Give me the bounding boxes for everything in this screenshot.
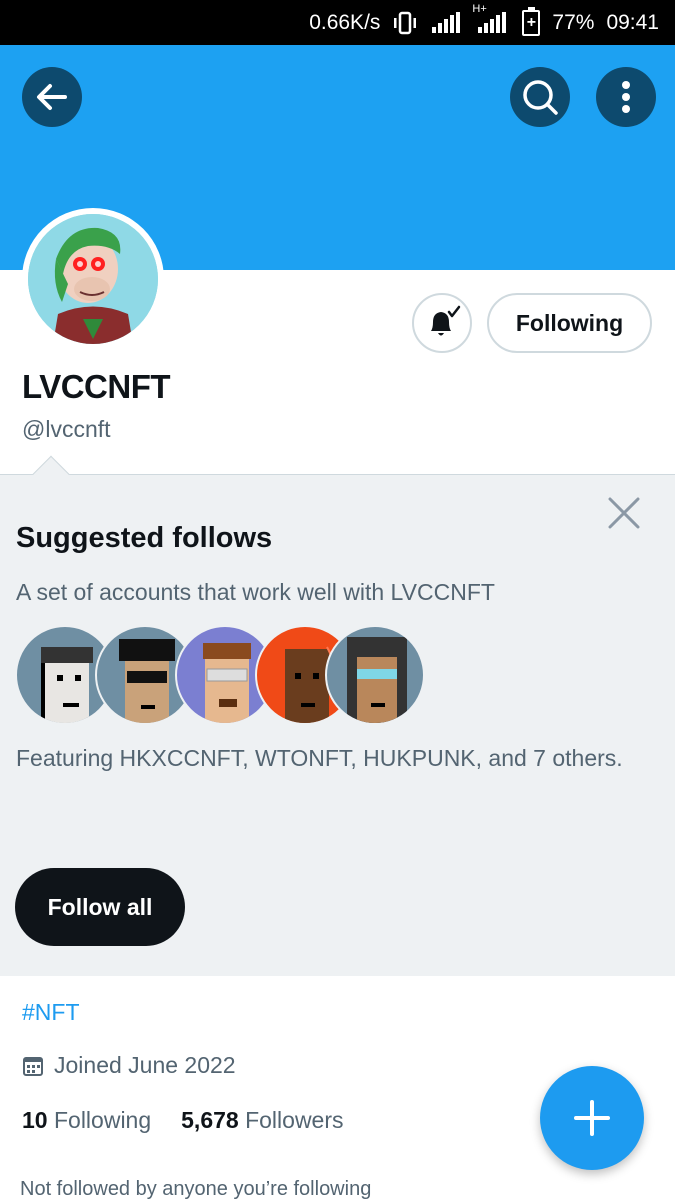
more-vertical-icon [622,81,630,113]
more-button[interactable] [596,67,656,127]
compose-button[interactable] [540,1066,644,1170]
battery-icon: + [522,6,541,36]
following-count-link[interactable]: 10 Following [22,1107,151,1134]
search-icon [523,80,558,115]
close-icon [608,497,640,529]
following-button[interactable]: Following [487,293,652,353]
suggested-avatar[interactable] [325,625,425,725]
vibrate-icon [392,11,418,35]
follow-counts: 10 Following 5,678 Followers [22,1107,344,1134]
calendar-icon [23,1056,43,1076]
arrow-left-icon [37,84,67,110]
display-name: LVCCNFT [22,368,171,405]
status-bar: 0.66K/s H+ + 77% 09:41 [0,0,675,45]
signal-icon [430,11,464,35]
joined-date: Joined June 2022 [22,1052,236,1079]
following-label: Following [53,1107,152,1133]
user-handle: @lvccnft [22,416,111,442]
bell-subscribed-icon [431,305,461,336]
avatar-image [28,214,158,344]
follow-all-button[interactable]: Follow all [15,868,185,946]
suggested-subtitle: A set of accounts that work well with LV… [16,579,495,605]
featuring-text: Featuring HKXCCNFT, WTONFT, HUKPUNK, and… [16,745,623,771]
followers-label: Followers [245,1107,344,1133]
profile-avatar[interactable] [22,208,164,350]
not-followed-text: Not followed by anyone you’re following [20,1178,372,1200]
network-speed: 0.66K/s [309,10,381,34]
notifications-button[interactable] [412,293,472,353]
plus-icon [574,1100,610,1136]
following-count: 10 [22,1107,48,1133]
back-button[interactable] [22,67,82,127]
clock: 09:41 [606,10,659,34]
hashtag-link[interactable]: #NFT [22,999,80,1026]
suggested-avatars[interactable] [15,625,435,725]
network-type: H+ [472,2,487,15]
suggested-title: Suggested follows [16,522,273,554]
close-suggestions-button[interactable] [606,495,642,531]
battery-percent: 77% [552,10,595,34]
signal-hplus-icon: H+ [472,3,510,35]
followers-count-link[interactable]: 5,678 Followers [181,1107,343,1134]
joined-text: Joined June 2022 [54,1052,236,1078]
search-button[interactable] [510,67,570,127]
followers-count: 5,678 [181,1107,239,1133]
